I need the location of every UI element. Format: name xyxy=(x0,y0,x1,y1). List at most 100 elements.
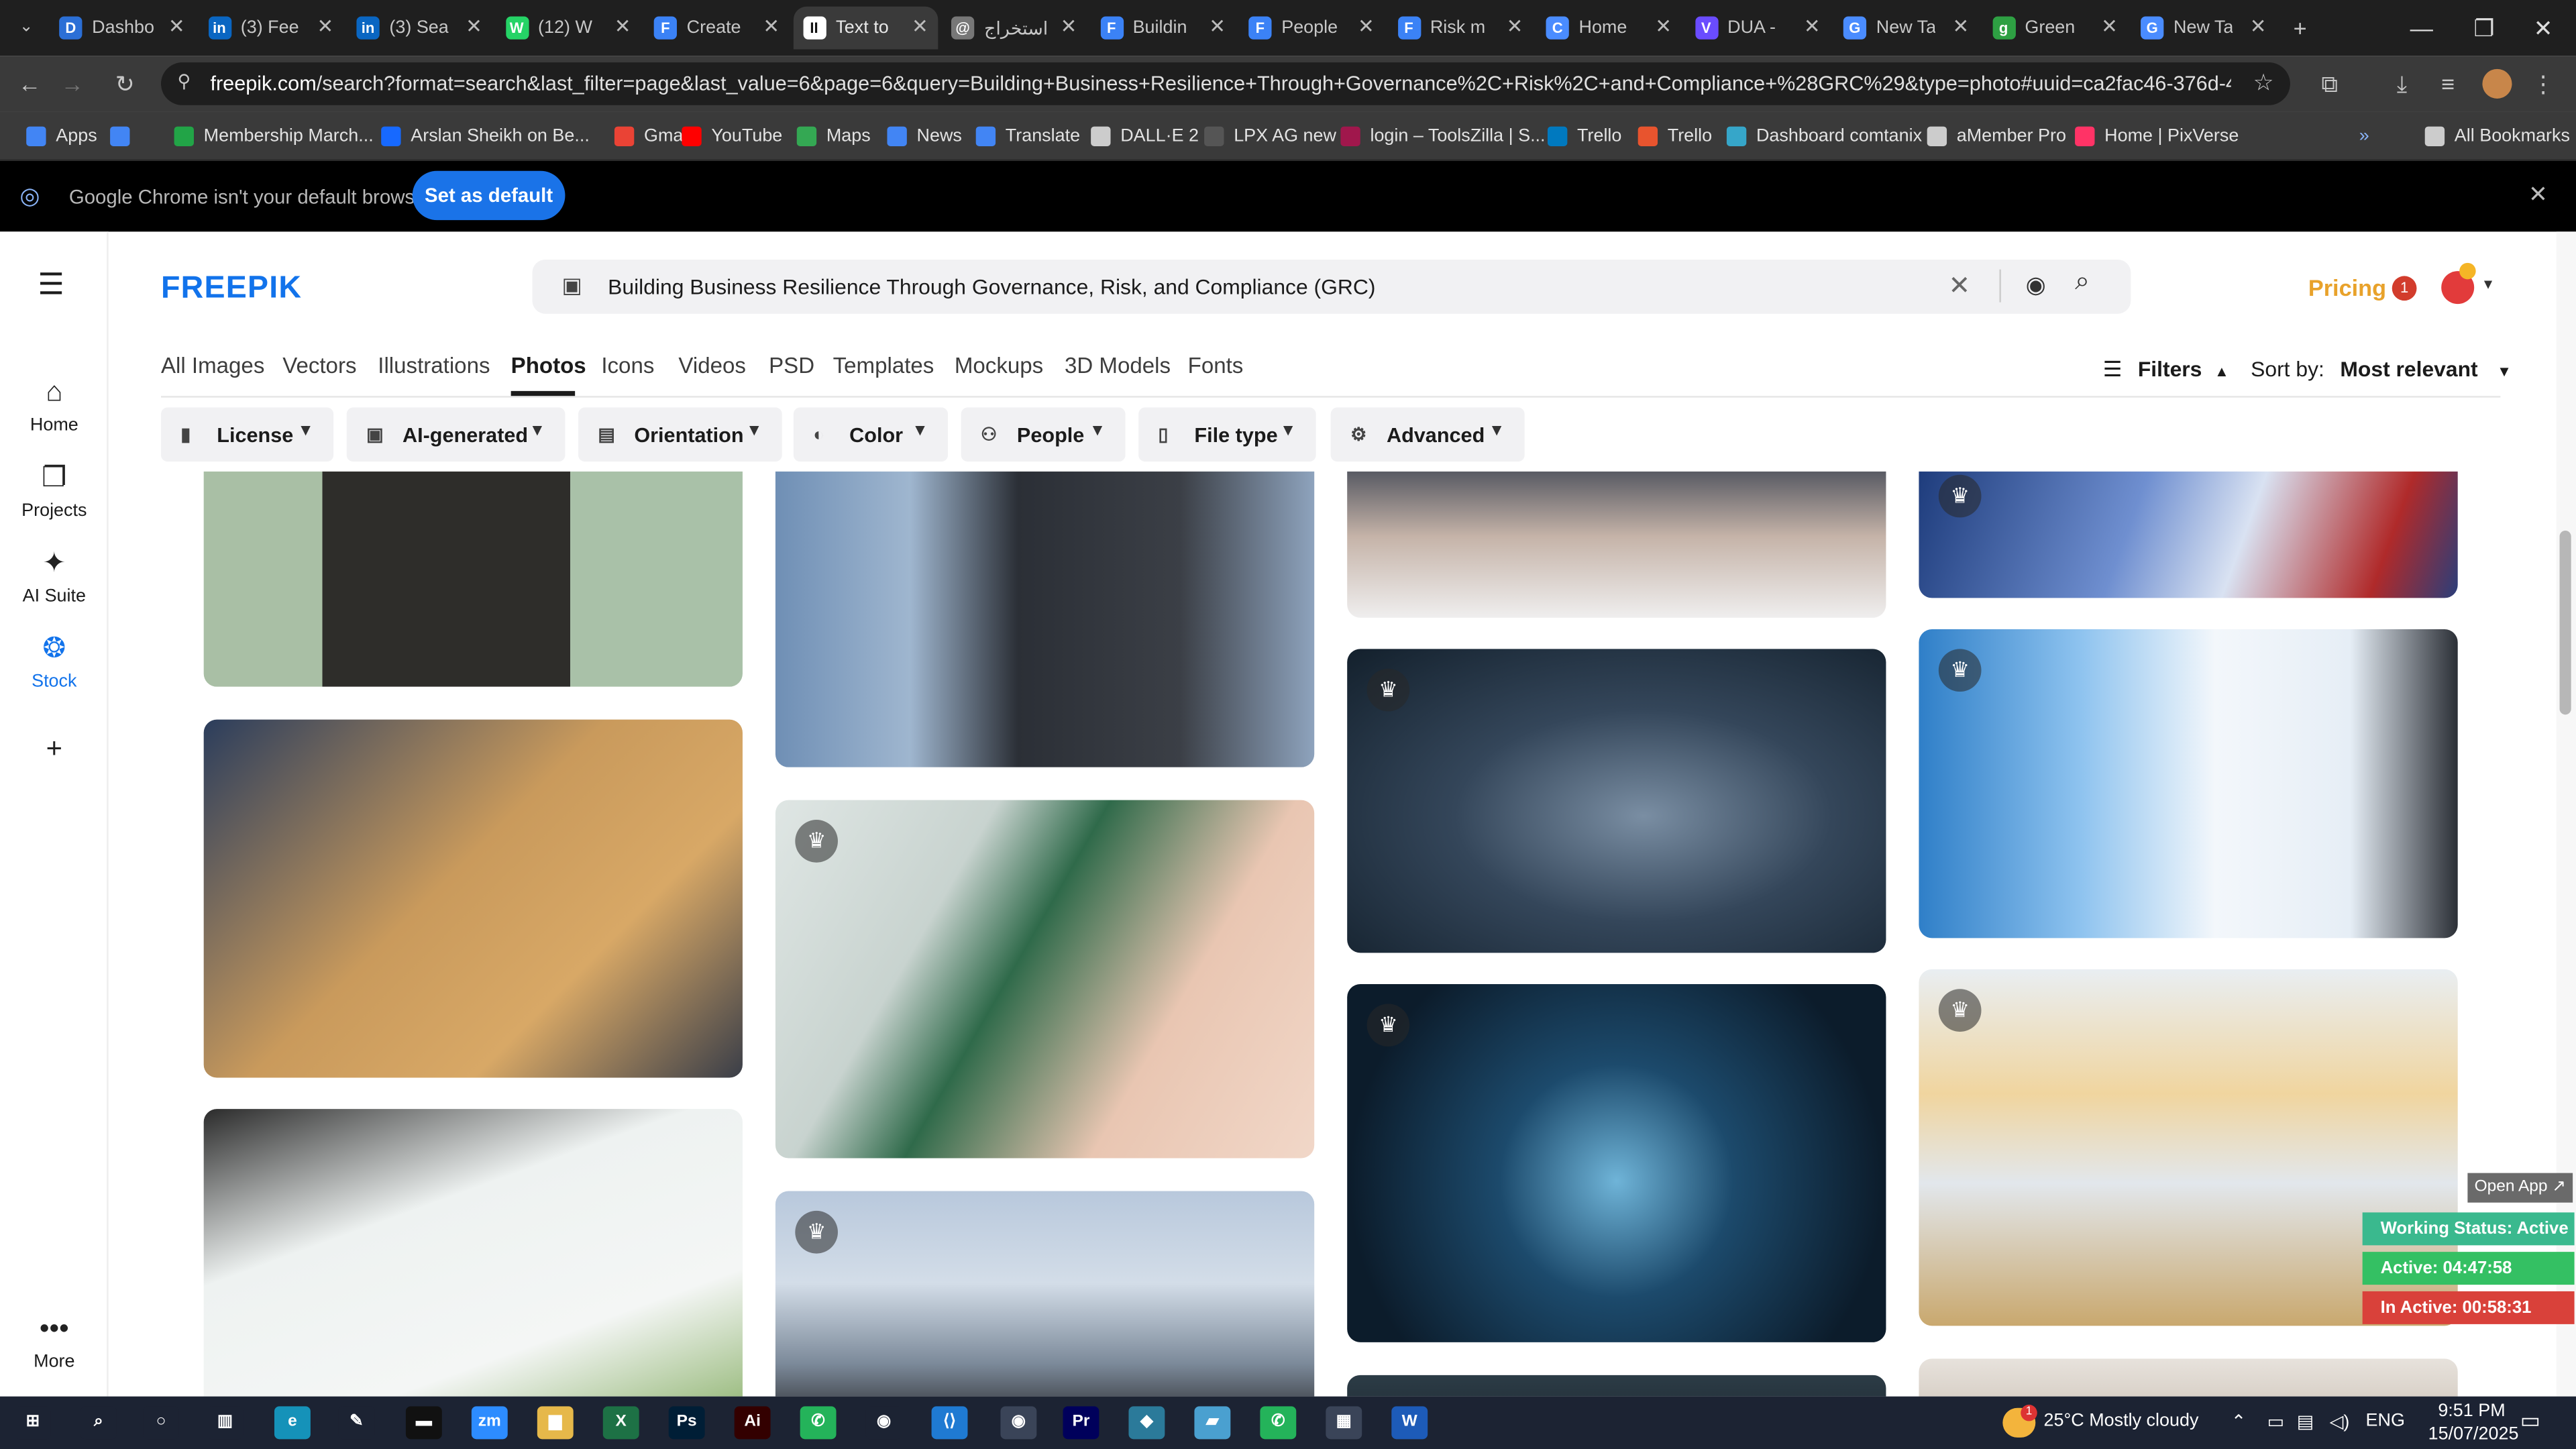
chrome-active-icon[interactable]: ◉ xyxy=(1000,1406,1037,1440)
download-icon[interactable]: ⤓ xyxy=(2385,67,2418,100)
bookmark-item[interactable]: Trello xyxy=(1638,123,1712,150)
filter-ai-generated[interactable]: ▣ AI-generated ▼ xyxy=(346,407,566,462)
notifications-icon[interactable]: ▭ xyxy=(2520,1408,2540,1434)
hamburger-icon[interactable]: ☰ xyxy=(38,268,64,302)
minimize-icon[interactable]: — xyxy=(2392,0,2451,56)
task-view-icon[interactable]: ▥ xyxy=(207,1406,244,1440)
browser-tab[interactable]: F Create ✕ xyxy=(644,7,790,50)
tab-close-icon[interactable]: ✕ xyxy=(912,15,928,38)
chrome-menu-icon[interactable]: ⋮ xyxy=(2527,67,2560,100)
bookmark-item[interactable]: Dashboard comtanix xyxy=(1726,123,1922,150)
terminal-icon[interactable]: ▬ xyxy=(405,1406,442,1440)
bookmark-item[interactable]: Gmail xyxy=(614,123,691,150)
tab-close-icon[interactable]: ✕ xyxy=(2101,15,2118,38)
edge-icon[interactable]: e xyxy=(274,1406,311,1440)
browser-tab[interactable]: D Dashbo ✕ xyxy=(49,7,195,50)
category-tab[interactable]: All Images xyxy=(161,354,264,378)
search-icon[interactable]: ⌕ xyxy=(80,1406,117,1440)
new-tab-icon[interactable]: + xyxy=(2284,11,2316,44)
browser-tab[interactable]: @ استخراج ✕ xyxy=(941,7,1087,50)
tab-close-icon[interactable]: ✕ xyxy=(1507,15,1523,38)
category-tab[interactable]: Photos xyxy=(511,354,586,378)
rail-item[interactable]: ❂ Stock xyxy=(0,633,109,692)
category-tab[interactable]: Mockups xyxy=(955,354,1043,378)
rail-item[interactable]: ❐ Projects xyxy=(0,462,109,521)
category-tab[interactable]: 3D Models xyxy=(1065,354,1171,378)
bookmark-item[interactable]: Home | PixVerse xyxy=(2075,123,2239,150)
image-type-icon[interactable]: ▣ xyxy=(562,273,582,299)
filter-advanced[interactable]: ⚙ Advanced ▼ xyxy=(1330,407,1525,462)
account-chevron-icon[interactable]: ▾ xyxy=(2484,276,2492,294)
windows-start-icon[interactable]: ⊞ xyxy=(15,1406,51,1440)
app-note-icon[interactable]: ▰ xyxy=(1194,1406,1231,1440)
search-bar[interactable]: ▣ Building Business Resilience Through G… xyxy=(532,259,2131,314)
bookmark-item[interactable]: DALL·E 2 xyxy=(1091,123,1199,150)
pen-icon[interactable]: ✎ xyxy=(338,1406,375,1440)
search-input[interactable]: Building Business Resilience Through Gov… xyxy=(608,274,1375,299)
green-app-icon[interactable]: ✆ xyxy=(800,1406,837,1440)
media-icon[interactable]: ≡ xyxy=(2432,67,2465,100)
filter-orientation[interactable]: ▤ Orientation ▼ xyxy=(578,407,782,462)
photo-card-bottom-right[interactable] xyxy=(1919,1358,2458,1397)
extensions-icon[interactable]: ⧉ xyxy=(2313,67,2346,100)
tab-close-icon[interactable]: ✕ xyxy=(1804,15,1821,38)
bookmark-item[interactable]: News xyxy=(887,123,962,150)
filter-people[interactable]: ⚇ People ▼ xyxy=(961,407,1126,462)
bookmark-star-icon[interactable]: ☆ xyxy=(2253,69,2274,97)
browser-tab[interactable]: in (3) Sea ✕ xyxy=(347,7,492,50)
browser-tab[interactable]: G New Ta ✕ xyxy=(2131,7,2276,50)
photo-card-network-shield[interactable]: ♛ xyxy=(1347,983,1886,1342)
browser-tab[interactable]: II Text to ✕ xyxy=(792,6,938,50)
rail-item[interactable]: + xyxy=(0,733,109,772)
browser-tab[interactable]: g Green ✕ xyxy=(1982,7,2128,50)
bookmark-item[interactable]: aMember Pro xyxy=(1927,123,2066,150)
browser-tab[interactable]: F Buildin ✕ xyxy=(1090,7,1236,50)
calculator-icon[interactable]: ▦ xyxy=(1326,1406,1362,1440)
filters-toggle[interactable]: ☰ Filters ▲ xyxy=(2103,356,2229,382)
reload-icon[interactable]: ↻ xyxy=(109,67,142,100)
category-tab[interactable]: Icons xyxy=(601,354,654,378)
app-diamond-icon[interactable]: ◆ xyxy=(1128,1406,1165,1440)
freepik-logo[interactable]: FREEPIK xyxy=(161,271,302,307)
photo-card-recycle-hands[interactable]: ♛ xyxy=(775,800,1315,1159)
browser-tab[interactable]: F People ✕ xyxy=(1239,7,1385,50)
clock-date[interactable]: 15/07/2025 xyxy=(2428,1424,2519,1444)
tab-close-icon[interactable]: ✕ xyxy=(1952,15,1969,38)
tab-close-icon[interactable]: ✕ xyxy=(317,15,334,38)
category-tab[interactable]: Videos xyxy=(678,354,746,378)
photo-card-warehouse-team[interactable]: ♛ xyxy=(1347,649,1886,953)
back-icon[interactable]: ← xyxy=(13,67,46,100)
tab-close-icon[interactable]: ✕ xyxy=(1061,15,1077,38)
filter-color[interactable]: ◐ Color ▼ xyxy=(793,407,949,462)
weather-text[interactable]: 25°C Mostly cloudy xyxy=(2044,1411,2199,1431)
photo-card-shield-knights[interactable]: ♛ xyxy=(1919,629,2458,938)
illustrator-icon[interactable]: Ai xyxy=(734,1406,771,1440)
bookmark-item[interactable]: Maps xyxy=(796,123,871,150)
vscode-icon[interactable]: ⟨⟩ xyxy=(931,1406,968,1440)
language-indicator[interactable]: ENG xyxy=(2366,1411,2405,1431)
browser-tab[interactable]: V DUA - ✕ xyxy=(1684,7,1830,50)
profile-avatar[interactable] xyxy=(2482,68,2512,99)
open-app-button[interactable]: Open App ↗ xyxy=(2467,1173,2573,1203)
photo-card-desk-charts[interactable] xyxy=(203,719,743,1078)
category-tab[interactable]: Templates xyxy=(833,354,934,378)
explorer-icon[interactable]: ▆ xyxy=(537,1406,574,1440)
tray-chevron-icon[interactable]: ⌃ xyxy=(2231,1411,2247,1432)
sort-dropdown[interactable]: Sort by: Most relevant ▼ xyxy=(2251,356,2512,381)
photo-card-flag-lock[interactable]: ♛ xyxy=(1919,471,2458,598)
photo-card-man-tablet-city[interactable]: ♛ xyxy=(775,1191,1315,1397)
clear-search-icon[interactable]: ✕ xyxy=(1949,270,1971,303)
notification-badge[interactable]: 1 xyxy=(2392,276,2417,301)
forward-icon[interactable]: → xyxy=(56,67,89,100)
browser-tab[interactable]: C Home ✕ xyxy=(1536,7,1682,50)
browser-tab[interactable]: in (3) Fee ✕ xyxy=(198,7,343,50)
filter-file-type[interactable]: ▯ File type ▼ xyxy=(1138,407,1316,462)
network-icon[interactable]: ▤ xyxy=(2297,1411,2314,1432)
tab-close-icon[interactable]: ✕ xyxy=(1655,15,1672,38)
pricing-link[interactable]: Pricing xyxy=(2308,274,2386,301)
bookmark-item[interactable]: Trello xyxy=(1547,123,1621,150)
clock-time[interactable]: 9:51 PM xyxy=(2438,1401,2505,1421)
tab-close-icon[interactable]: ✕ xyxy=(1358,15,1375,38)
tab-close-icon[interactable]: ✕ xyxy=(466,15,482,38)
volume-icon[interactable]: ◁) xyxy=(2330,1411,2350,1432)
